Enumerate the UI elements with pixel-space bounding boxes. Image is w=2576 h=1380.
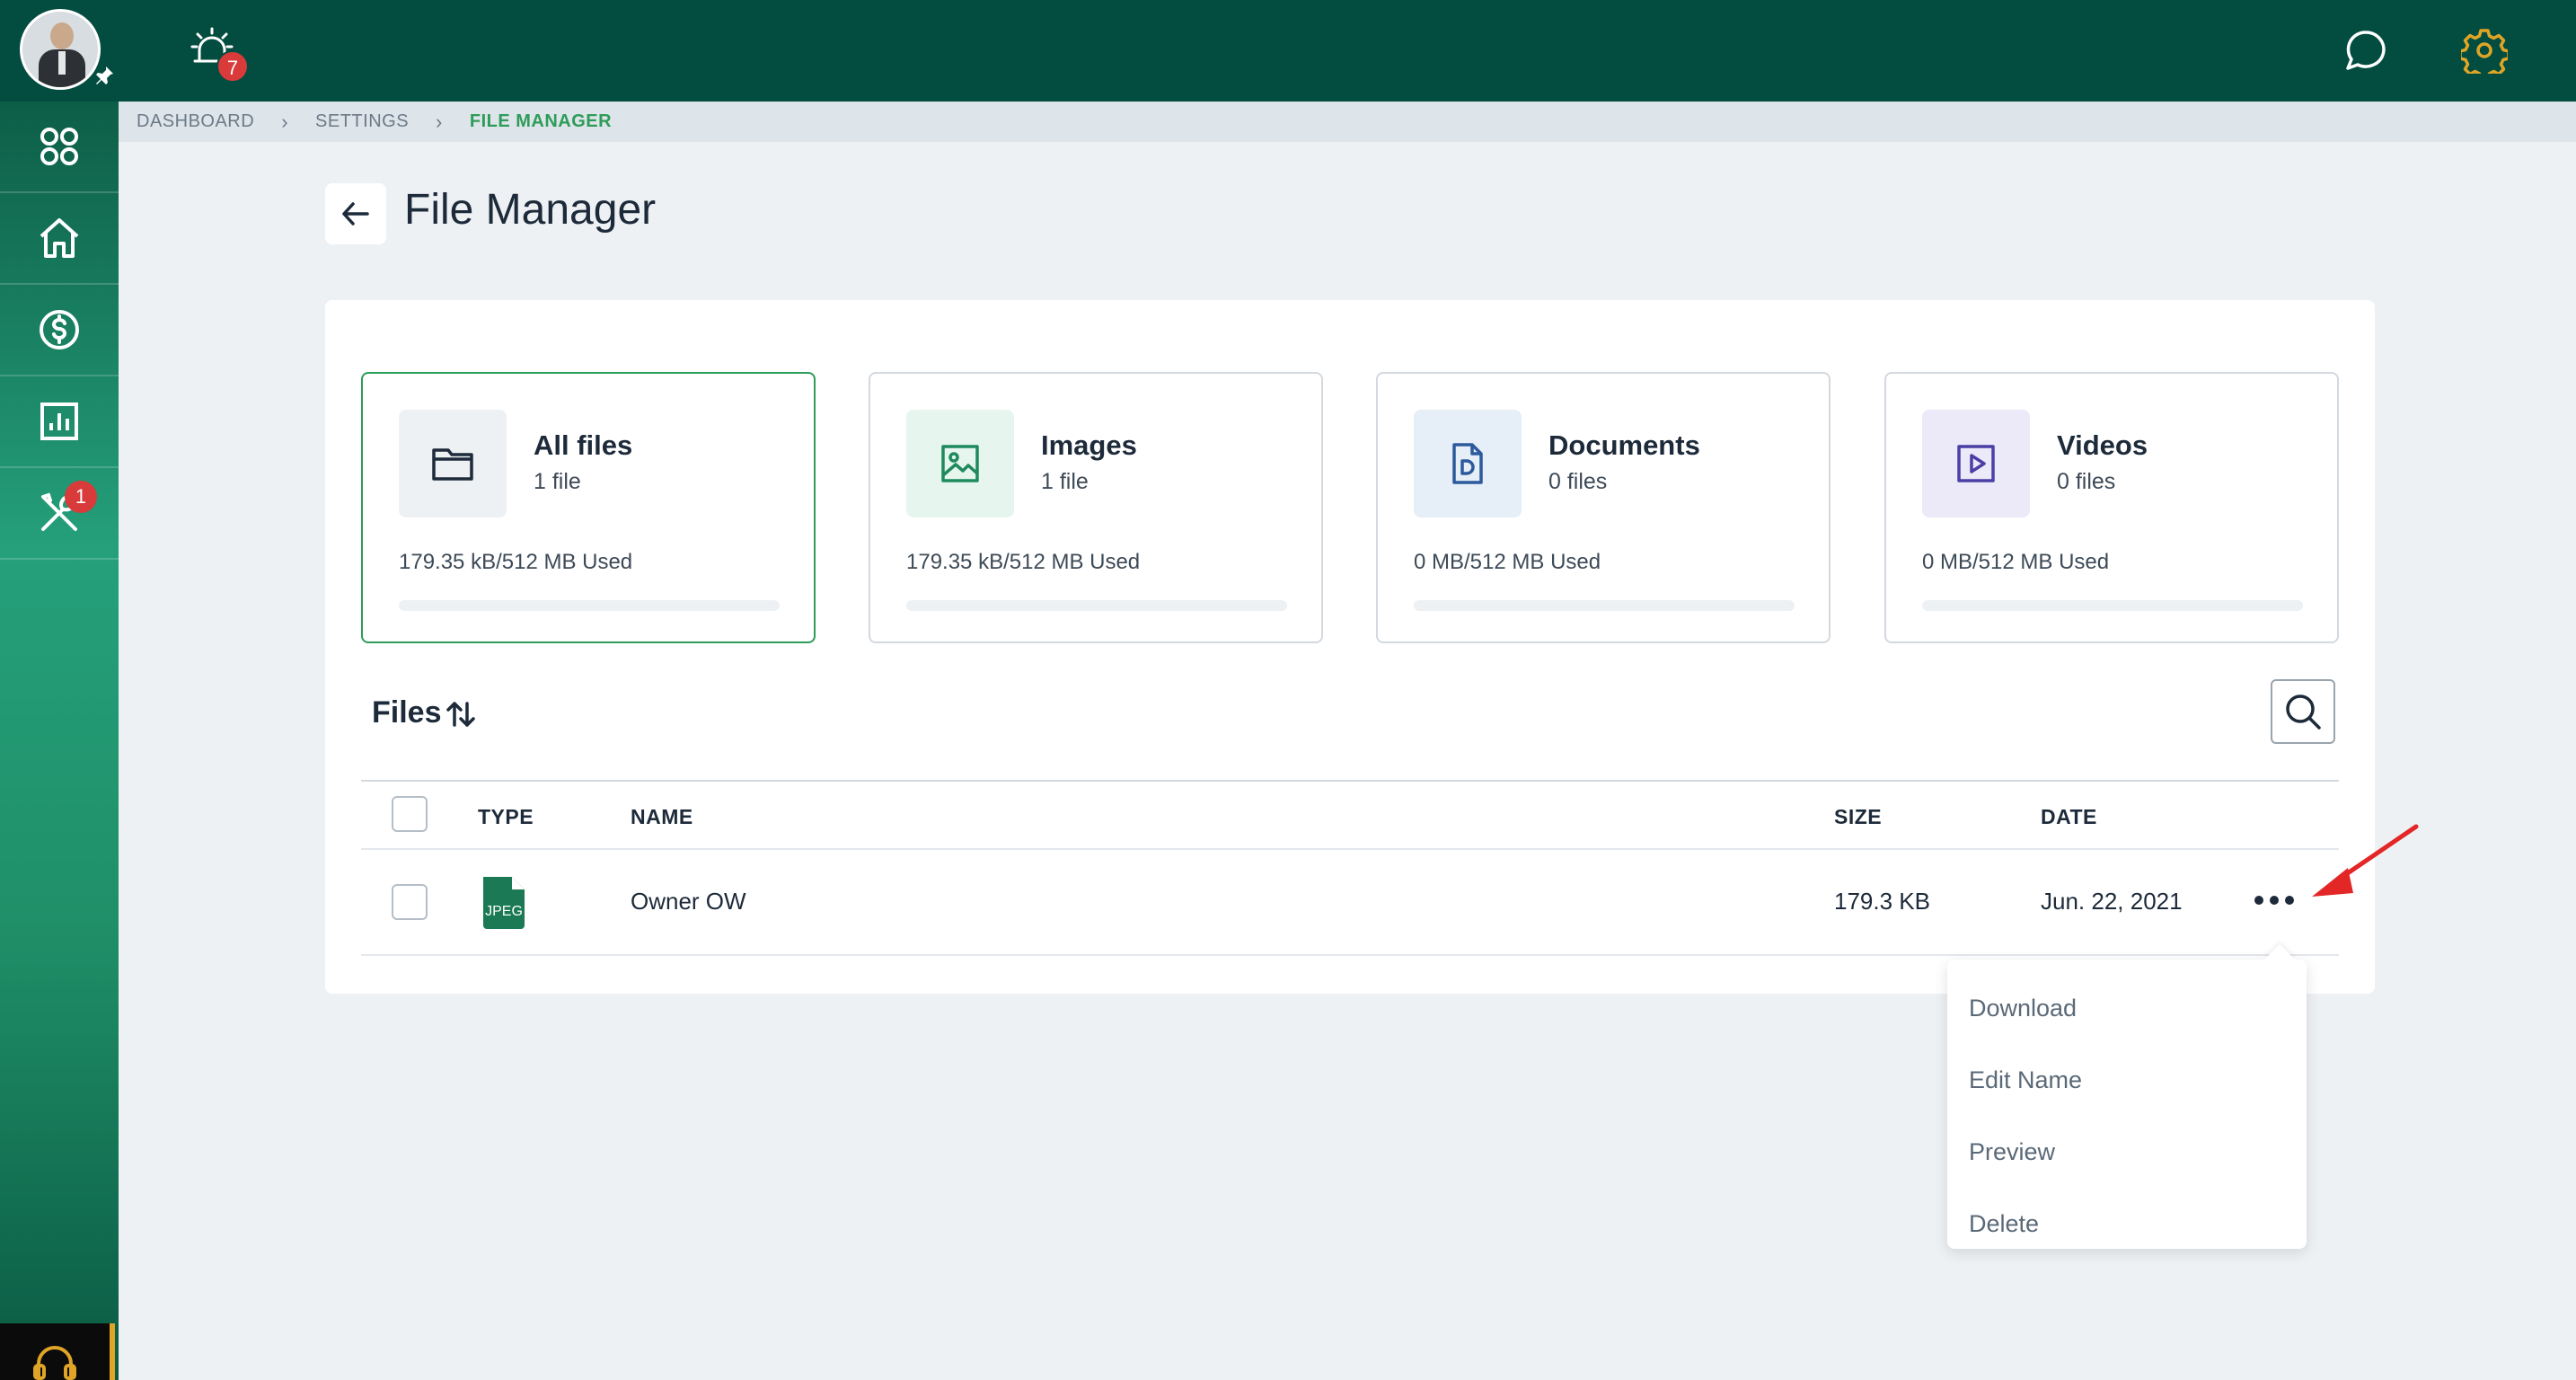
category-documents[interactable]: Documents 0 files 0 MB/512 MB Used	[1376, 372, 1831, 643]
file-actions-menu: Download Edit Name Preview Delete	[1947, 960, 2307, 1249]
annotation-arrow-icon	[2312, 824, 2419, 897]
category-all-files[interactable]: All files 1 file 179.35 kB/512 MB Used	[361, 372, 816, 643]
category-images[interactable]: Images 1 file 179.35 kB/512 MB Used	[869, 372, 1323, 643]
category-title: Videos	[2057, 429, 2148, 461]
breadcrumb: DASHBOARD › SETTINGS › FILE MANAGER	[119, 102, 2576, 142]
top-bar: 7	[0, 0, 2576, 102]
home-icon	[40, 218, 79, 258]
category-title: Images	[1041, 429, 1137, 461]
sidebar-item-home[interactable]	[0, 193, 119, 285]
files-heading[interactable]: Files	[372, 695, 477, 730]
breadcrumb-dashboard[interactable]: DASHBOARD	[137, 111, 254, 132]
avatar[interactable]	[20, 9, 101, 90]
column-type[interactable]: TYPE	[478, 805, 534, 829]
category-usage: 179.35 kB/512 MB Used	[906, 550, 1141, 574]
category-count: 1 file	[534, 469, 581, 494]
menu-item-delete[interactable]: Delete	[1947, 1188, 2307, 1260]
more-horizontal-icon	[2254, 896, 2294, 905]
chart-icon	[40, 402, 78, 440]
category-usage: 0 MB/512 MB Used	[1922, 550, 2110, 574]
arrow-left-icon	[342, 202, 369, 226]
category-title: Documents	[1548, 429, 1700, 461]
file-manager-card: All files 1 file 179.35 kB/512 MB Used I…	[325, 300, 2375, 994]
menu-item-preview[interactable]: Preview	[1947, 1116, 2307, 1188]
chevron-right-icon: ›	[436, 110, 443, 133]
search-button[interactable]	[2271, 679, 2335, 744]
file-name[interactable]: Owner OW	[631, 888, 746, 916]
category-count: 1 file	[1041, 469, 1089, 494]
notification-badge: 7	[216, 50, 249, 83]
support-button[interactable]	[0, 1323, 115, 1380]
sidebar-item-apps[interactable]	[0, 102, 119, 193]
menu-item-download[interactable]: Download	[1947, 972, 2307, 1044]
sidebar: 1	[0, 102, 119, 1380]
sort-icon[interactable]	[445, 698, 477, 730]
dollar-icon	[40, 310, 79, 349]
breadcrumb-settings[interactable]: SETTINGS	[315, 111, 409, 132]
sidebar-item-reports[interactable]	[0, 376, 119, 468]
category-count: 0 files	[2057, 469, 2116, 494]
tools-badge: 1	[65, 481, 97, 513]
usage-bar	[906, 600, 1287, 611]
files-title: Files	[372, 695, 442, 730]
folder-icon	[432, 448, 473, 481]
page-title: File Manager	[404, 186, 657, 234]
image-icon	[941, 445, 979, 482]
category-videos[interactable]: Videos 0 files 0 MB/512 MB Used	[1884, 372, 2339, 643]
chat-icon[interactable]	[2342, 27, 2389, 74]
column-size[interactable]: SIZE	[1834, 805, 1882, 829]
document-icon	[1452, 443, 1483, 484]
category-title: All files	[534, 429, 633, 461]
gear-icon[interactable]	[2461, 27, 2508, 74]
video-icon	[1957, 445, 1995, 482]
column-name[interactable]: NAME	[631, 805, 693, 829]
usage-bar	[399, 600, 780, 611]
file-size: 179.3 KB	[1834, 888, 1930, 915]
back-button[interactable]	[325, 183, 386, 244]
sidebar-item-tools[interactable]: 1	[0, 468, 119, 560]
table-row[interactable]: JPEG Owner OW 179.3 KB Jun. 22, 2021	[361, 850, 2339, 956]
usage-bar	[1922, 600, 2303, 611]
pin-icon[interactable]	[93, 65, 115, 86]
usage-bar	[1414, 600, 1795, 611]
apps-grid-icon	[40, 128, 78, 165]
column-date[interactable]: DATE	[2041, 805, 2097, 829]
svg-text:JPEG: JPEG	[485, 904, 523, 919]
headset-icon	[33, 1346, 76, 1380]
jpeg-file-icon: JPEG	[483, 877, 525, 929]
breadcrumb-current: FILE MANAGER	[469, 111, 613, 131]
search-icon	[2286, 694, 2321, 730]
table-header: TYPE NAME SIZE DATE	[361, 780, 2339, 850]
select-all-checkbox[interactable]	[392, 796, 428, 832]
menu-item-edit-name[interactable]: Edit Name	[1947, 1044, 2307, 1116]
category-usage: 0 MB/512 MB Used	[1414, 550, 1601, 574]
file-date: Jun. 22, 2021	[2041, 888, 2183, 915]
more-options-button[interactable]	[2247, 882, 2301, 918]
sidebar-item-billing[interactable]	[0, 285, 119, 376]
category-usage: 179.35 kB/512 MB Used	[399, 550, 633, 574]
row-checkbox[interactable]	[392, 884, 428, 920]
category-count: 0 files	[1548, 469, 1608, 494]
chevron-right-icon: ›	[281, 110, 289, 133]
